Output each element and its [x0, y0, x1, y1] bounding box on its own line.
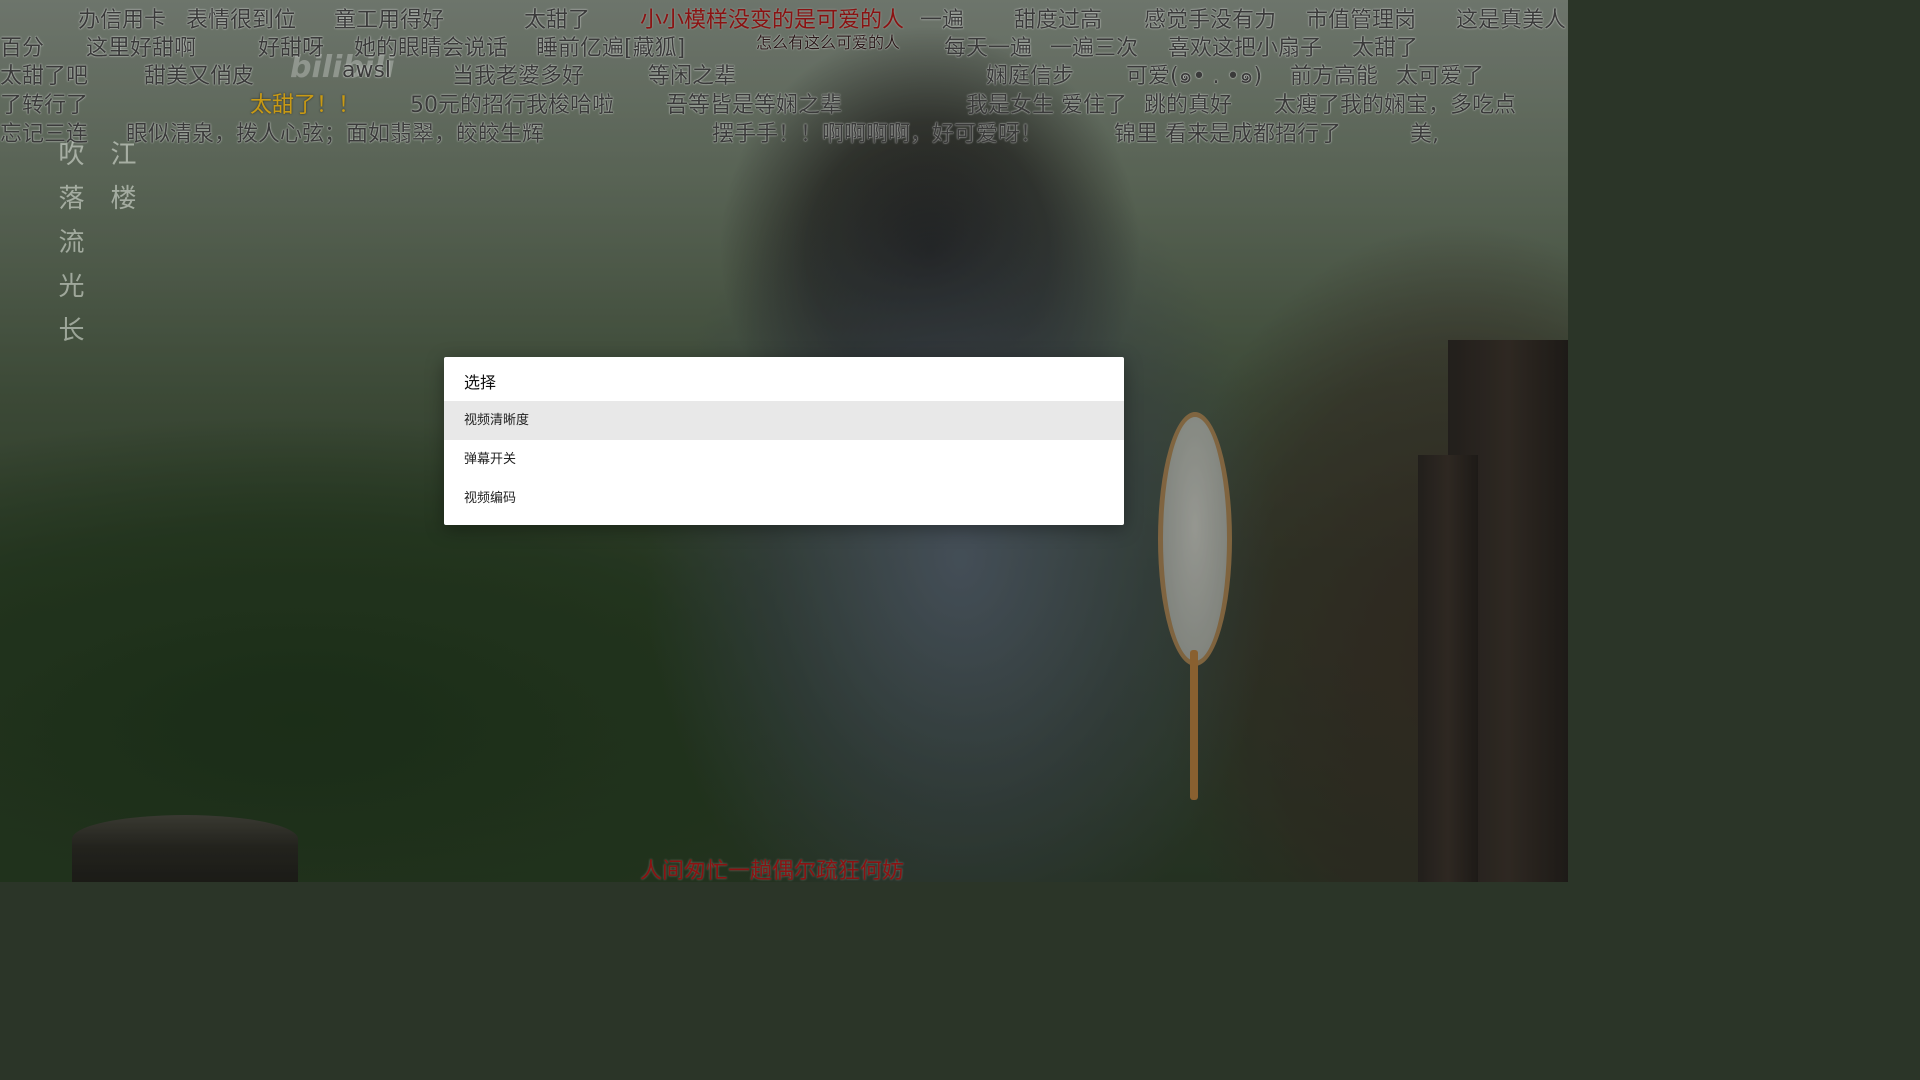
danmaku-comment: 太可爱了 — [1396, 64, 1485, 89]
danmaku-comment: awsl — [342, 58, 392, 83]
dialog-title: 选择 — [464, 373, 497, 392]
danmaku-comment: 等闲之辈 — [648, 64, 737, 89]
danmaku-comment: 50元的招行我梭哈啦 — [410, 93, 614, 118]
danmaku-comment: 娴庭信步 — [986, 64, 1075, 89]
select-dialog: 选择 视频清晰度 弹幕开关 视频编码 — [444, 357, 1124, 525]
option-video-quality[interactable]: 视频清晰度 — [444, 401, 1124, 440]
poem-column: 江楼 — [106, 140, 136, 228]
danmaku-comment: 太甜了吧 — [0, 64, 89, 89]
danmaku-comment: 前方高能 — [1290, 64, 1379, 89]
dialog-options: 视频清晰度 弹幕开关 视频编码 — [444, 401, 1124, 525]
danmaku-comment: 吾等皆是等娴之辈 — [666, 93, 843, 118]
danmaku-comment: 太瘦了我的娴宝，多吃点 — [1274, 93, 1517, 118]
danmaku-comment: 我是女生 爱住了 — [966, 93, 1127, 118]
danmaku-comment: 忘记三连 — [0, 122, 89, 147]
danmaku-comment: 了转行了 — [0, 93, 89, 118]
danmaku-comment: 怎么有这么可爱的人 — [756, 33, 901, 52]
danmaku-comment: 当我老婆多好 — [452, 64, 585, 89]
danmaku-comment: 太甜了！！ — [250, 93, 361, 118]
danmaku-comment: 好甜呀 — [258, 36, 325, 61]
video-player[interactable]: bilibili 吹落流光长 江楼 办信用卡 表情很到位 童工用得好 太甜了 小… — [0, 0, 1568, 882]
option-danmaku-toggle[interactable]: 弹幕开关 — [444, 440, 1124, 479]
poem-column: 吹落流光长 — [54, 140, 84, 360]
danmaku-comment: 美, — [1410, 122, 1439, 147]
danmaku-comment: 这是真美人 — [1456, 8, 1567, 33]
danmaku-comment: 甜美又俏皮 — [144, 64, 255, 89]
danmaku-comment: 跳的真好 — [1144, 93, 1233, 118]
danmaku-comment: 眼似清泉，拨人心弦；面如翡翠，皎皎生辉 — [126, 122, 545, 147]
danmaku-comment: 锦里 看来是成都招行了 — [1114, 122, 1341, 147]
danmaku-comment: 摆手手！！啊啊啊啊，好可爱呀！ — [712, 122, 1043, 147]
danmaku-comment: 人间匆忙一趟偶尔疏狂何妨 — [640, 859, 905, 882]
option-video-codec[interactable]: 视频编码 — [444, 479, 1124, 518]
